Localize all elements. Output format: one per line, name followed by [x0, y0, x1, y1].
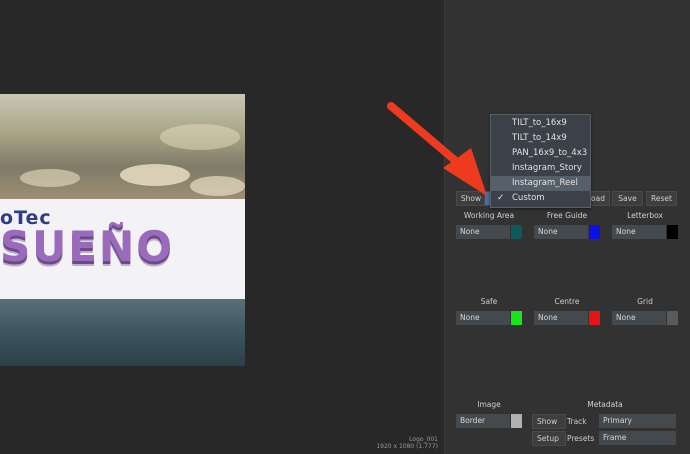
check-icon: ✓ [497, 193, 505, 203]
centre-color-swatch[interactable] [589, 311, 600, 325]
grid-select[interactable]: None [612, 311, 666, 325]
metadata-label: Metadata [587, 400, 623, 409]
track-label: Track [567, 417, 587, 426]
safe-label: Safe [480, 297, 498, 306]
letterbox-select[interactable]: None [612, 225, 666, 239]
free-guide-select[interactable]: None [534, 225, 588, 239]
centre-select[interactable]: None [534, 311, 588, 325]
safe-color-swatch[interactable] [511, 311, 522, 325]
show-dropdown-menu[interactable]: TILT_to_16x9 TILT_to_14x9 PAN_16x9_to_4x… [490, 114, 591, 208]
menu-item-label: Instagram_Reel [512, 178, 578, 188]
letterbox-label: Letterbox [627, 211, 663, 220]
free-guide-label: Free Guide [546, 211, 588, 220]
centre-label: Centre [554, 297, 580, 306]
menu-item-label: TILT_to_16x9 [512, 118, 567, 128]
preview-image: oTec SUEÑO [0, 94, 245, 366]
reset-button[interactable]: Reset [646, 191, 677, 206]
menu-item-custom[interactable]: ✓ Custom [491, 191, 590, 206]
cloud [120, 164, 190, 186]
cloud [190, 176, 245, 196]
grid-label: Grid [637, 297, 653, 306]
working-area-select[interactable]: None [456, 225, 510, 239]
working-area-color-swatch[interactable] [511, 225, 522, 239]
cloud [20, 169, 80, 187]
image-color-swatch[interactable] [511, 414, 522, 428]
red-arrow-icon [387, 102, 487, 196]
clip-resolution: 1920 x 1080 (1.777) [376, 443, 438, 450]
menu-item-tilt-16x9[interactable]: TILT_to_16x9 [491, 116, 590, 131]
menu-item-label: Custom [512, 193, 545, 203]
cloud [160, 124, 240, 150]
image-label: Image [477, 400, 501, 409]
menu-item-pan-16x9-4x3[interactable]: PAN_16x9_to_4x3 [491, 146, 590, 161]
menu-item-instagram-reel[interactable]: Instagram_Reel [491, 176, 590, 191]
free-guide-color-swatch[interactable] [589, 225, 600, 239]
presets-select[interactable]: Frame [599, 431, 676, 445]
clip-name: Logo_001 [409, 436, 438, 443]
logo-main-text: SUEÑO [0, 222, 174, 271]
menu-item-instagram-story[interactable]: Instagram_Story [491, 161, 590, 176]
save-button[interactable]: Save [612, 191, 643, 206]
sea [0, 299, 245, 366]
image-select[interactable]: Border [456, 414, 510, 428]
safe-select[interactable]: None [456, 311, 510, 325]
menu-item-label: Instagram_Story [512, 163, 582, 173]
grid-color-swatch[interactable] [667, 311, 678, 325]
presets-label: Presets [567, 434, 595, 443]
menu-item-label: PAN_16x9_to_4x3 [512, 148, 588, 158]
metadata-show-button[interactable]: Show [532, 414, 566, 429]
viewer-caption: Logo_001 1920 x 1080 (1.777) [376, 436, 438, 450]
metadata-setup-button[interactable]: Setup [532, 431, 566, 446]
track-select[interactable]: Primary [599, 414, 676, 428]
viewer-area[interactable]: oTec SUEÑO Logo_001 1920 x 1080 (1.777) [0, 0, 444, 454]
menu-item-tilt-14x9[interactable]: TILT_to_14x9 [491, 131, 590, 146]
working-area-label: Working Area [463, 211, 515, 220]
letterbox-color-swatch[interactable] [667, 225, 678, 239]
menu-item-label: TILT_to_14x9 [512, 133, 567, 143]
